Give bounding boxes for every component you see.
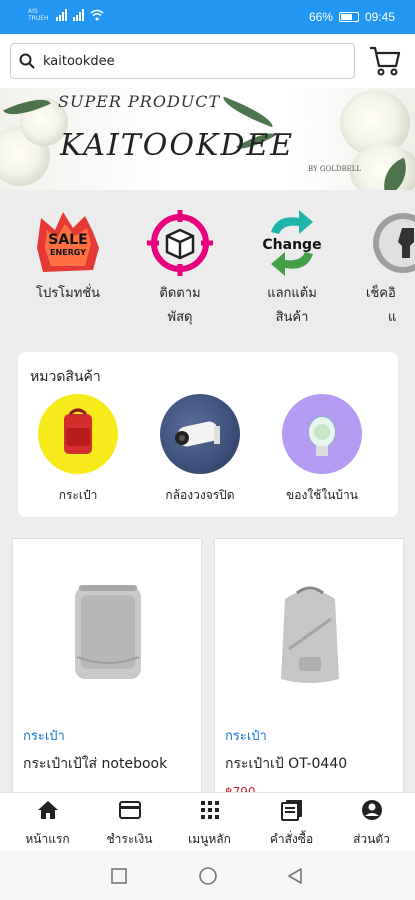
quick-item-track[interactable]: ติดตาม พัสดุ (130, 208, 230, 330)
battery-icon (338, 12, 359, 22)
cart-icon[interactable] (368, 44, 402, 78)
product-category: กระเป๋า (23, 729, 65, 744)
quick-label-line2: พัสดุ (167, 310, 193, 325)
clock: 09:45 (364, 10, 395, 24)
nav-label: ชำระเงิน (106, 832, 153, 846)
quick-label: โปรโมทชั่น (35, 286, 101, 301)
sale-energy-icon: SALE ENERGY (33, 208, 103, 278)
product-card[interactable]: กระเป๋า กระเป๋าเป้ใส่ notebook (12, 538, 202, 800)
exchange-points-icon: Change (257, 208, 327, 278)
product-card[interactable]: กระเป๋า กระเป๋าเป้ OT-0440 ฿790 (214, 538, 404, 800)
product-image (215, 539, 403, 709)
back-button[interactable] (286, 867, 304, 885)
grid-menu-icon (200, 801, 219, 819)
nav-label: หน้าแรก (25, 832, 70, 846)
product-image (13, 539, 201, 709)
credit-card-icon (118, 801, 141, 819)
nav-orders[interactable]: คำสั่งซื้อ (250, 799, 333, 849)
quick-label: แลกแต้ม (267, 286, 317, 301)
check-in-icon (368, 208, 415, 278)
nav-payment[interactable]: ชำระเงิน (88, 799, 171, 849)
nav-home[interactable]: หน้าแรก (6, 799, 89, 849)
banner-title: KAITOOKDEE (60, 128, 295, 163)
signal-icon (56, 9, 67, 21)
bottom-nav: หน้าแรก ชำระเงิน เมนูหลัก คำสั่งซื้อ ส่ว… (0, 792, 415, 850)
status-right: 66% 09:45 (309, 10, 395, 24)
quick-label-line2: แ (388, 310, 397, 325)
quick-label-line2: สินค้า (275, 310, 309, 325)
category-title: หมวดสินค้า (30, 369, 101, 385)
home-button[interactable] (198, 867, 218, 887)
account-icon (361, 800, 382, 820)
quick-item-exchange[interactable]: Change แลกแต้ม สินค้า (242, 208, 342, 330)
product-name: กระเป๋าเป้ OT-0440 (225, 756, 348, 772)
category-card: หมวดสินค้า กระเป๋า กล้องวงจรปิด ของใช้ใน… (18, 352, 398, 517)
leaf-decoration (219, 96, 277, 128)
search-header: kaitookdee (0, 34, 415, 88)
search-value: kaitookdee (43, 53, 115, 69)
banner-by: BY GOLDBELL (308, 165, 362, 173)
banner-subtitle: SUPER PRODUCT (58, 92, 221, 111)
battery-percent: 66% (308, 10, 333, 24)
carrier-label: AIS TRUEH (28, 8, 49, 22)
status-left: AIS TRUEH (28, 8, 104, 22)
nav-label: ส่วนตัว (353, 832, 390, 846)
product-category: กระเป๋า (225, 729, 267, 744)
sale-badge-text: SALE (48, 232, 87, 248)
category-label: กระเป๋า (58, 488, 98, 502)
product-name: กระเป๋าเป้ใส่ notebook (23, 756, 168, 772)
category-label: ของใช้ในบ้าน (286, 488, 358, 502)
category-item-cctv[interactable]: กล้องวงจรปิด (140, 394, 260, 505)
search-input[interactable]: kaitookdee (10, 43, 355, 79)
category-item-household[interactable]: ของใช้ในบ้าน (262, 394, 382, 505)
quick-item-checkin[interactable]: เช็คอิ แ (354, 208, 415, 330)
system-nav-bar (0, 850, 415, 900)
cctv-category-icon (160, 394, 240, 474)
orders-icon (280, 800, 302, 821)
quick-menu: SALE ENERGY โปรโมทชั่น ติดตาม พัสดุ Chan… (0, 190, 415, 340)
track-parcel-icon (145, 208, 215, 278)
category-item-bag[interactable]: กระเป๋า (18, 394, 138, 505)
household-category-icon (282, 394, 362, 474)
search-icon (19, 53, 35, 69)
quick-item-promotion[interactable]: SALE ENERGY โปรโมทชั่น (18, 208, 118, 306)
nav-main-menu[interactable]: เมนูหลัก (168, 799, 251, 849)
nav-label: เมนูหลัก (188, 832, 231, 846)
signal-icon-2 (73, 9, 84, 21)
wifi-icon (90, 9, 104, 21)
change-badge-text: Change (262, 237, 321, 253)
bag-category-icon (38, 394, 118, 474)
quick-label: เช็คอิ (366, 286, 396, 301)
status-bar: AIS TRUEH 66% 09:45 (0, 0, 415, 34)
nav-profile[interactable]: ส่วนตัว (330, 799, 413, 849)
category-label: กล้องวงจรปิด (165, 488, 235, 502)
home-icon (37, 801, 58, 819)
quick-label: ติดตาม (159, 286, 201, 301)
energy-badge-text: ENERGY (50, 248, 86, 257)
promo-banner[interactable]: SUPER PRODUCT KAITOOKDEE BY GOLDBELL (0, 88, 415, 190)
recents-button[interactable] (110, 867, 128, 885)
nav-label: คำสั่งซื้อ (269, 832, 314, 846)
